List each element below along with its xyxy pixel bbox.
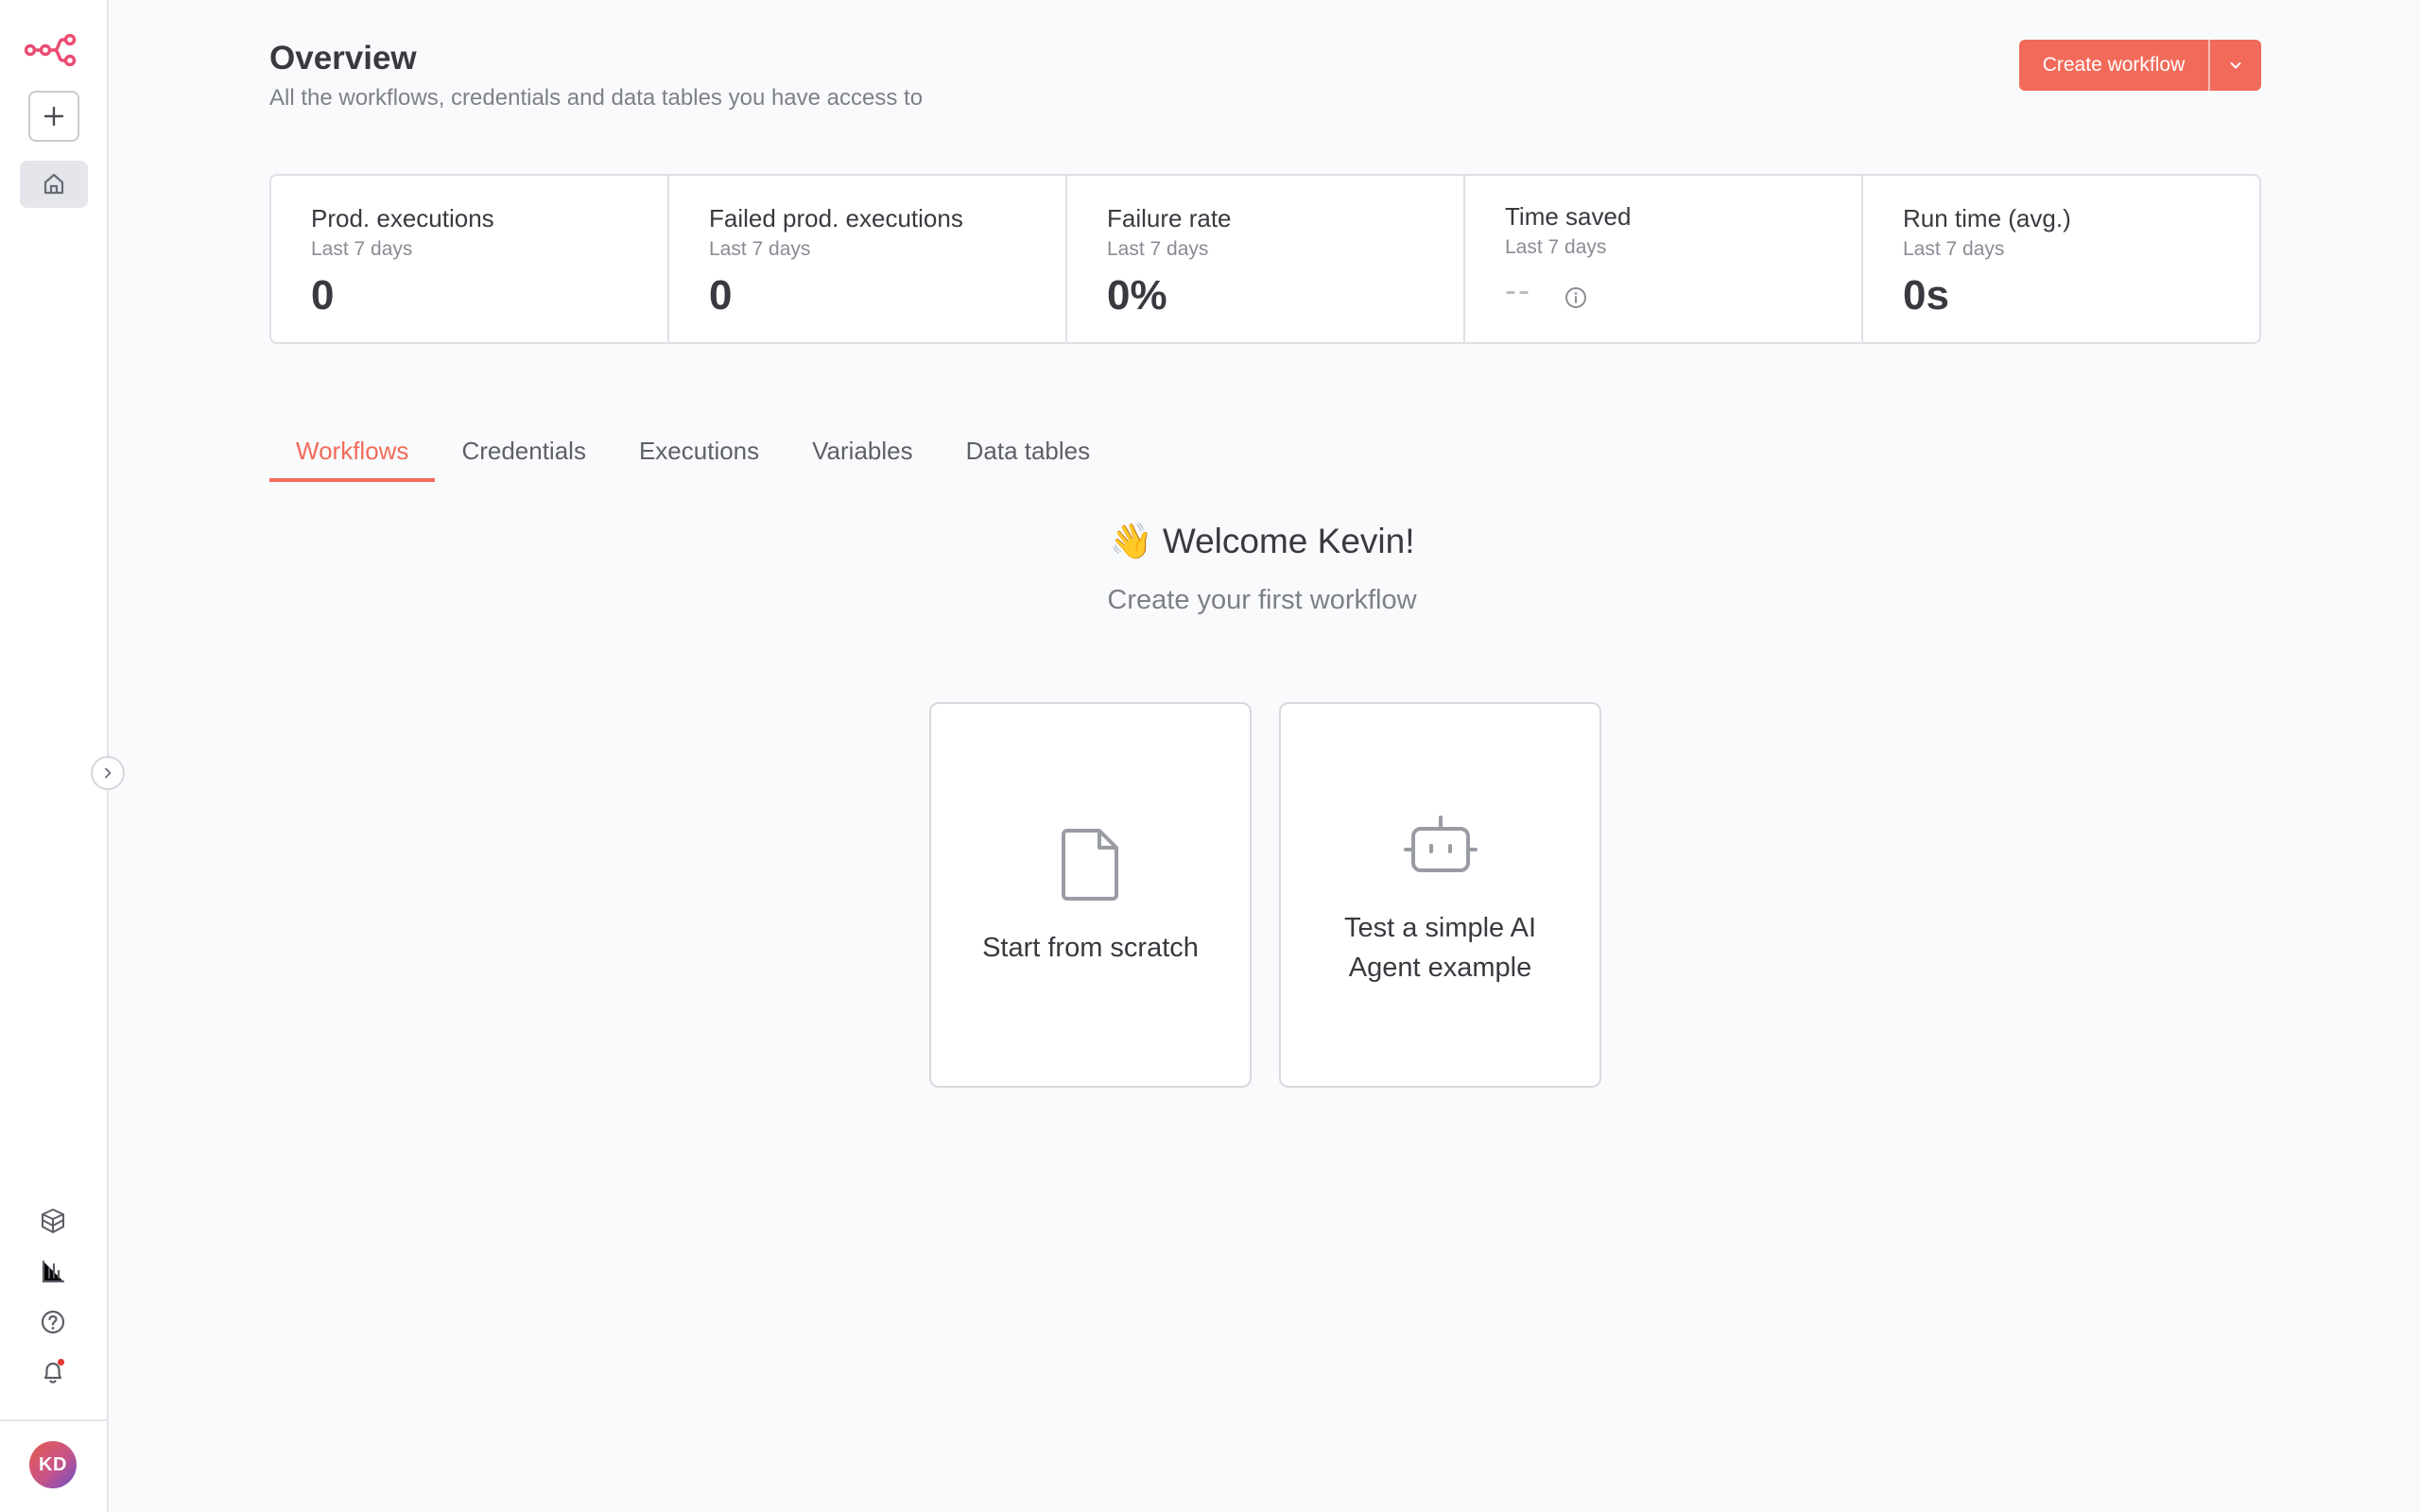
insights-chart-icon [42, 1260, 65, 1283]
stat-label: Failure rate [1107, 204, 1232, 232]
plus-icon [43, 106, 64, 127]
stat-label: Prod. executions [311, 204, 494, 232]
sidebar-divider [0, 1419, 109, 1421]
start-from-scratch-card[interactable]: Start from scratch [929, 702, 1252, 1088]
new-button[interactable] [28, 91, 79, 142]
sidebar-item-templates[interactable] [35, 1203, 71, 1239]
create-options-dropdown[interactable] [2210, 40, 2261, 91]
welcome-subtitle: Create your first workflow [1107, 585, 1417, 615]
notification-dot [57, 1358, 65, 1366]
templates-icon [42, 1209, 64, 1233]
sidebar-item-help[interactable] [35, 1304, 71, 1340]
file-icon [1061, 829, 1118, 901]
stat-prod-executions[interactable]: Prod. executions Last 7 days 0 [271, 176, 669, 342]
stat-period: Last 7 days [311, 238, 413, 260]
bell-icon [43, 1358, 65, 1383]
chevron-down-icon [2230, 62, 2241, 69]
stat-value: -- [1505, 270, 1531, 309]
page-title: Overview [269, 40, 417, 77]
stat-label: Run time (avg.) [1903, 204, 2071, 232]
stat-value: 0s [1903, 272, 1949, 318]
info-icon[interactable] [1564, 285, 1588, 310]
collapse-sidebar-button[interactable] [91, 756, 125, 790]
tab-credentials[interactable]: Credentials [435, 431, 613, 480]
stat-period: Last 7 days [1107, 238, 1209, 260]
stat-time-saved[interactable]: Time saved Last 7 days -- [1465, 176, 1863, 342]
stat-value: 0% [1107, 272, 1167, 318]
avatar[interactable]: KD [29, 1441, 77, 1488]
card-label: Start from scratch [982, 933, 1199, 963]
insights-summary: Prod. executions Last 7 days 0 Failed pr… [269, 174, 2261, 344]
stat-value: 0 [311, 272, 335, 318]
page-subtitle: All the workflows, credentials and data … [269, 85, 924, 111]
tab-executions[interactable]: Executions [613, 431, 786, 480]
sidebar-item-home[interactable] [20, 161, 88, 208]
tab-workflows[interactable]: Workflows [269, 431, 436, 482]
card-label-line-1: Test a simple AI [1343, 913, 1537, 943]
chevron-right-icon [105, 767, 112, 779]
stat-label: Time saved [1505, 202, 1632, 231]
sidebar-item-notifications[interactable] [35, 1354, 71, 1390]
stat-failed-prod-executions[interactable]: Failed prod. executions Last 7 days 0 [669, 176, 1067, 342]
stat-label: Failed prod. executions [709, 204, 963, 232]
create-workflow-split-button: Create workflow [2019, 40, 2261, 91]
robot-icon [1403, 816, 1478, 872]
stat-period: Last 7 days [709, 238, 811, 260]
tab-variables[interactable]: Variables [786, 431, 939, 480]
home-icon [43, 173, 64, 195]
stat-value: 0 [709, 272, 733, 318]
welcome-heading: 👋 Welcome Kevin! [1109, 522, 1415, 560]
tab-bar: Workflows Credentials Executions Variabl… [269, 431, 1117, 482]
tab-data-tables[interactable]: Data tables [940, 431, 1117, 480]
ai-agent-example-card[interactable]: Test a simple AI Agent example [1279, 702, 1601, 1088]
sidebar-item-insights[interactable] [35, 1254, 71, 1290]
stat-failure-rate[interactable]: Failure rate Last 7 days 0% [1067, 176, 1465, 342]
stat-period: Last 7 days [1903, 238, 2005, 260]
stat-run-time-avg[interactable]: Run time (avg.) Last 7 days 0s [1863, 176, 2259, 342]
card-label-line-2: Agent example [1348, 953, 1532, 983]
create-workflow-button[interactable]: Create workflow [2019, 40, 2208, 91]
sidebar: KD [0, 0, 109, 1512]
stat-period: Last 7 days [1505, 236, 1607, 258]
help-icon [41, 1310, 65, 1334]
n8n-logo[interactable] [24, 33, 78, 67]
